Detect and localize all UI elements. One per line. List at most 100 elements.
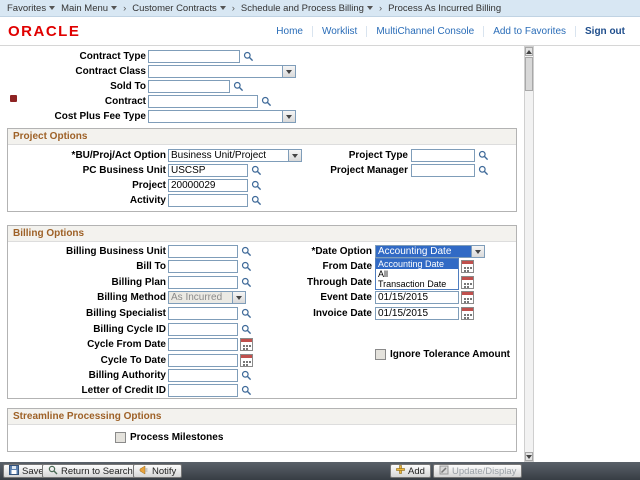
project-type-label: Project Type [278, 150, 408, 161]
dropdown-option-transaction-date[interactable]: Transaction Date [376, 279, 458, 289]
scrollbar-thumb[interactable] [525, 57, 533, 91]
vertical-scrollbar[interactable] [524, 46, 534, 462]
breadcrumb: Favorites Main Menu › Customer Contracts… [0, 0, 640, 17]
billing-authority-label: Billing Authority [8, 370, 166, 381]
dropdown-arrow-button[interactable] [282, 111, 295, 122]
cycle-to-date-input[interactable] [168, 354, 238, 367]
calendar-icon[interactable] [461, 291, 474, 304]
sign-out-link[interactable]: Sign out [575, 26, 634, 37]
pc-business-unit-label: PC Business Unit [8, 165, 166, 176]
contract-label: Contract [0, 96, 146, 107]
home-link[interactable]: Home [267, 26, 312, 37]
project-input[interactable] [168, 179, 248, 192]
project-label: Project [8, 180, 166, 191]
activity-input[interactable] [168, 194, 248, 207]
add-button[interactable]: Add [390, 464, 431, 478]
lookup-icon[interactable] [240, 324, 252, 336]
process-milestones-label: Process Milestones [130, 432, 223, 443]
billing-cycle-id-row: Billing Cycle ID [8, 322, 516, 337]
return-to-search-button[interactable]: Return to Search [42, 464, 139, 478]
contract-type-input[interactable] [148, 50, 240, 63]
lookup-icon[interactable] [232, 81, 244, 93]
dropdown-option-accounting-date[interactable]: Accounting Date [376, 259, 458, 269]
notify-button[interactable]: Notify [133, 464, 182, 478]
event-date-input[interactable] [375, 291, 459, 304]
billing-options-header: Billing Options [8, 226, 516, 242]
dropdown-arrow-button[interactable] [471, 246, 484, 257]
letter-of-credit-id-input[interactable] [168, 384, 238, 397]
billing-specialist-input[interactable] [168, 307, 238, 320]
add-icon [396, 465, 405, 477]
breadcrumb-item-customer-contracts[interactable]: Customer Contracts [132, 3, 225, 14]
calendar-icon[interactable] [461, 260, 474, 273]
contract-type-label: Contract Type [0, 51, 146, 62]
date-option-select[interactable]: Accounting Date [375, 245, 485, 258]
dropdown-arrow-button[interactable] [282, 66, 295, 77]
sold-to-input[interactable] [148, 80, 230, 93]
lookup-icon[interactable] [477, 150, 489, 162]
letter-of-credit-id-row: Letter of Credit ID [8, 383, 516, 398]
multichannel-console-link[interactable]: MultiChannel Console [366, 26, 483, 37]
process-milestones-checkbox[interactable] [115, 432, 126, 443]
breadcrumb-item-favorites[interactable]: Favorites [7, 3, 55, 14]
bu-proj-act-value: Business Unit/Project [169, 150, 288, 161]
sold-to-row: Sold To [0, 79, 524, 94]
billing-authority-row: Billing Authority [8, 368, 516, 383]
streamline-processing-header: Streamline Processing Options [8, 409, 516, 425]
cost-plus-fee-type-value [149, 111, 282, 122]
breadcrumb-item-schedule-process-billing[interactable]: Schedule and Process Billing [241, 3, 373, 14]
calendar-icon[interactable] [461, 276, 474, 289]
add-to-favorites-link[interactable]: Add to Favorites [483, 26, 575, 37]
billing-cycle-id-input[interactable] [168, 323, 238, 336]
scroll-down-button[interactable] [525, 452, 533, 461]
breadcrumb-label: Customer Contracts [132, 3, 216, 14]
scroll-up-button[interactable] [525, 47, 533, 56]
breadcrumb-item-main-menu[interactable]: Main Menu [61, 3, 117, 14]
save-label: Save [22, 466, 44, 477]
project-manager-input[interactable] [411, 164, 475, 177]
lookup-icon[interactable] [250, 165, 262, 177]
cost-plus-fee-type-select[interactable] [148, 110, 296, 123]
event-date-field [375, 290, 474, 305]
contract-type-row: Contract Type [0, 49, 524, 64]
calendar-icon[interactable] [461, 307, 474, 320]
lookup-icon[interactable] [242, 51, 254, 63]
activity-label: Activity [8, 195, 166, 206]
pc-business-unit-input[interactable] [168, 164, 248, 177]
update-display-button[interactable]: Update/Display [433, 464, 522, 478]
process-milestones-field: Process Milestones [115, 430, 223, 445]
breadcrumb-label: Process As Incurred Billing [388, 3, 501, 14]
cost-plus-fee-type-row: Cost Plus Fee Type [0, 109, 524, 124]
header-links: Home Worklist MultiChannel Console Add t… [267, 26, 634, 37]
billing-cycle-id-label: Billing Cycle ID [8, 324, 166, 335]
project-type-input[interactable] [411, 149, 475, 162]
contract-class-select[interactable] [148, 65, 296, 78]
worklist-link[interactable]: Worklist [312, 26, 366, 37]
cycle-to-date-label: Cycle To Date [8, 355, 166, 366]
project-options-section: Project Options *BU/Proj/Act Option Busi… [7, 128, 517, 212]
bill-to-label: Bill To [8, 261, 166, 272]
lookup-icon[interactable] [477, 165, 489, 177]
contract-input[interactable] [148, 95, 258, 108]
billing-authority-input[interactable] [168, 369, 238, 382]
section-title: Billing Options [13, 228, 84, 239]
lookup-icon[interactable] [240, 385, 252, 397]
billing-business-unit-input[interactable] [168, 245, 238, 258]
billing-plan-input[interactable] [168, 276, 238, 289]
billing-method-value: As Incurred [169, 292, 232, 303]
chevron-down-icon [49, 6, 55, 10]
lookup-icon[interactable] [250, 195, 262, 207]
calendar-icon[interactable] [240, 354, 253, 367]
streamline-processing-section: Streamline Processing Options Process Mi… [7, 408, 517, 452]
cost-plus-fee-type-label: Cost Plus Fee Type [0, 111, 146, 122]
bill-to-input[interactable] [168, 260, 238, 273]
lookup-icon[interactable] [250, 180, 262, 192]
dropdown-option-all[interactable]: All [376, 269, 458, 279]
lookup-icon[interactable] [260, 96, 272, 108]
contract-class-label: Contract Class [0, 66, 146, 77]
breadcrumb-label: Main Menu [61, 3, 108, 14]
lookup-icon[interactable] [240, 370, 252, 382]
billing-specialist-row: Billing Specialist Invoice Date [8, 306, 516, 321]
invoice-date-input[interactable] [375, 307, 459, 320]
project-manager-label: Project Manager [278, 165, 408, 176]
